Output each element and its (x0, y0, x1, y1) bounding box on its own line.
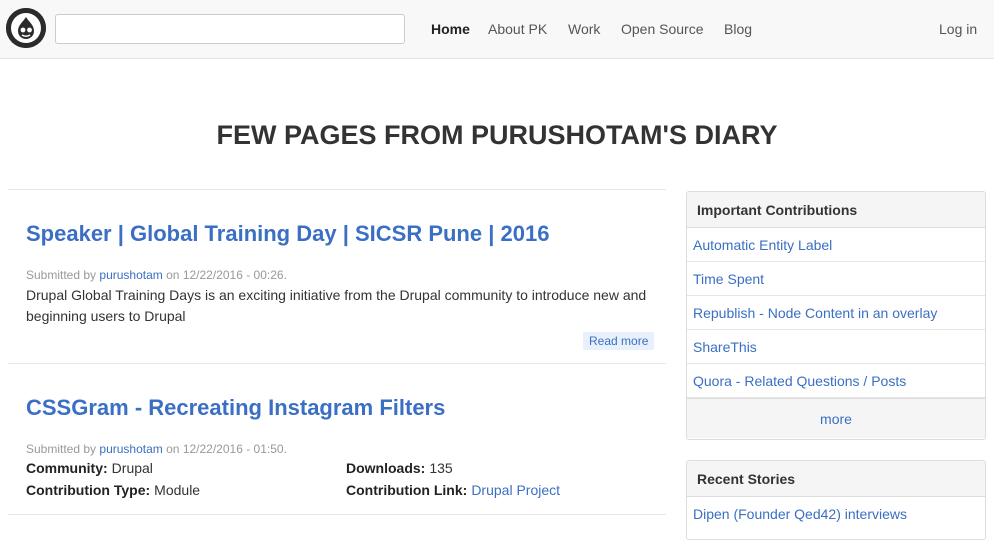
meta-on: on (166, 268, 180, 282)
field-contribution-link: Contribution Link: Drupal Project (346, 482, 560, 499)
nav-home[interactable]: Home (431, 21, 470, 38)
contribution-link[interactable]: Quora - Related Questions / Posts (687, 364, 985, 398)
nav-blog[interactable]: Blog (724, 21, 752, 38)
field-value: 135 (429, 460, 453, 476)
field-value: Drupal (111, 460, 153, 476)
field-value: Module (154, 482, 201, 498)
important-contributions-block: Important Contributions Automatic Entity… (686, 191, 986, 440)
contribution-link[interactable]: Republish - Node Content in an overlay (687, 296, 985, 330)
more-contributions-link[interactable]: more (687, 398, 985, 438)
drupal-drop-icon[interactable] (6, 8, 46, 48)
nav-work[interactable]: Work (568, 21, 600, 38)
divider (8, 514, 666, 515)
nav-about-pk[interactable]: About PK (488, 21, 547, 38)
article-meta: Submitted by purushotam on 12/22/2016 - … (26, 442, 287, 457)
read-more-button[interactable]: Read more (583, 332, 655, 350)
login-link[interactable]: Log in (939, 21, 977, 38)
article-summary: Drupal Global Training Days is an exciti… (26, 287, 647, 324)
meta-date: 12/22/2016 - 00:26. (182, 268, 287, 282)
contribution-link[interactable]: Time Spent (687, 262, 985, 296)
block-heading: Recent Stories (687, 461, 985, 497)
field-label: Contribution Type: (26, 482, 151, 498)
field-community: Community: Drupal (26, 460, 153, 477)
divider (8, 189, 666, 190)
field-label: Downloads: (346, 460, 426, 476)
meta-date: 12/22/2016 - 01:50. (182, 442, 287, 456)
recent-stories-block: Recent Stories Dipen (Founder Qed42) int… (686, 460, 986, 540)
block-heading: Important Contributions (687, 192, 985, 228)
page-title: FEW PAGES FROM PURUSHOTAM'S DIARY (216, 120, 778, 150)
article-title-link[interactable]: CSSGram - Recreating Instagram Filters (26, 394, 445, 422)
search-input[interactable] (55, 14, 405, 44)
field-label: Contribution Link: (346, 482, 468, 498)
field-downloads: Downloads: 135 (346, 460, 453, 477)
story-link[interactable]: Dipen (Founder Qed42) interviews (687, 497, 985, 531)
nav-open-source[interactable]: Open Source (621, 21, 704, 38)
author-link[interactable]: purushotam (99, 442, 162, 456)
field-label: Community: (26, 460, 108, 476)
field-contribution-type: Contribution Type: Module (26, 482, 200, 499)
article-title-link[interactable]: Speaker | Global Training Day | SICSR Pu… (26, 220, 549, 248)
contribution-link[interactable]: Automatic Entity Label (687, 228, 985, 262)
author-link[interactable]: purushotam (99, 268, 162, 282)
meta-submitted-by: Submitted by (26, 442, 97, 456)
article-meta: Submitted by purushotam on 12/22/2016 - … (26, 268, 287, 283)
divider (8, 363, 666, 364)
meta-on: on (166, 442, 180, 456)
top-navbar: Home About PK Work Open Source Blog Log … (0, 0, 994, 59)
drupal-project-link[interactable]: Drupal Project (471, 482, 560, 498)
meta-submitted-by: Submitted by (26, 268, 97, 282)
contribution-link[interactable]: ShareThis (687, 330, 985, 364)
